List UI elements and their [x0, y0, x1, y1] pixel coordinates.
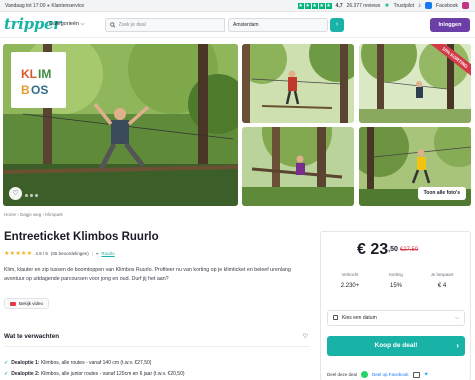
- watch-video-button[interactable]: Bekijk video: [4, 298, 50, 309]
- breadcrumb-dagje-weg[interactable]: Dagje weg: [20, 212, 41, 217]
- what-to-expect-header[interactable]: Wat te verwachten ♡: [4, 333, 310, 347]
- photo-4-image: [242, 127, 354, 206]
- rating-count[interactable]: (65 beoordelingen): [51, 251, 89, 256]
- customer-service-link[interactable]: Klantenservice: [51, 3, 84, 9]
- whatsapp-icon[interactable]: [361, 371, 369, 378]
- date-placeholder: Kies een datum: [342, 315, 377, 321]
- trustpilot-score: 4,7: [335, 2, 343, 9]
- calendar-icon: [333, 315, 338, 320]
- photo-2-image: [242, 44, 354, 123]
- service-info: Vandaag tot 17:00 ● Klantenservice: [5, 3, 85, 9]
- twitter-icon[interactable]: ✦: [424, 371, 429, 378]
- instagram-icon[interactable]: [462, 2, 469, 9]
- svg-text:IM: IM: [38, 67, 51, 81]
- gallery-photo-4[interactable]: [242, 127, 354, 206]
- location-pin-icon: ⌖: [95, 251, 99, 256]
- trustpilot-brand: Trustpilot: [393, 2, 415, 9]
- rating-value: 4.9 / 5: [35, 251, 48, 256]
- share-facebook-link[interactable]: Deel op Facebook: [372, 372, 409, 377]
- buy-deal-button[interactable]: Koop de deal! ›: [327, 336, 465, 356]
- social-proof: ★ ★ ★ ★ ★ 4,7 26.377 reviews ★ Trustpilot ♪ …: [297, 2, 469, 9]
- stat-sold: Verkocht 2.230+: [327, 272, 373, 289]
- stat-savings-value: € 4: [437, 283, 447, 289]
- rating-row: ★★★★★ 4.9 / 5 (65 beoordelingen) | ⌖ Ruu…: [4, 251, 115, 257]
- stat-sold-value: 2.230+: [340, 283, 360, 289]
- gallery-photo-5[interactable]: Toon alle foto's: [359, 127, 471, 206]
- deal-option-1-text: Klimbos, alle routes - vanaf 140 cm (t.w…: [40, 360, 152, 366]
- search-button[interactable]: ›: [330, 18, 344, 32]
- photo-gallery: KL IM B OS ♡ 10% KORTING Toon alle foto'…: [3, 44, 471, 206]
- site-header: tripper Categorieën ⌵ › Inloggen: [0, 12, 475, 38]
- price-panel: € 23,50 €27,50 Verkocht 2.230+ Korting 15…: [320, 231, 471, 380]
- gallery-photo-2[interactable]: [242, 44, 354, 123]
- facebook-label[interactable]: Facebook: [436, 3, 458, 9]
- youtube-icon: [10, 301, 16, 306]
- stat-sold-label: Verkocht: [341, 272, 359, 277]
- klimbos-logo: KL IM B OS: [11, 52, 66, 108]
- price: € 23,50 €27,50: [357, 241, 418, 259]
- svg-text:OS: OS: [31, 83, 48, 97]
- share-row: Deel deze deal Deel op Facebook ✦: [327, 371, 429, 378]
- service-hours: Vandaag tot 17:00: [5, 3, 46, 9]
- price-main: € 23: [357, 241, 389, 258]
- svg-text:KL: KL: [21, 67, 37, 81]
- trustpilot-star-icon: ★: [384, 3, 390, 9]
- trustpilot-reviews[interactable]: 26.377 reviews: [347, 3, 381, 9]
- location-input[interactable]: [233, 22, 327, 28]
- old-price: €27,50: [399, 247, 419, 253]
- buy-deal-label: Koop de deal!: [374, 342, 418, 349]
- location-link[interactable]: Ruurlo: [101, 251, 114, 256]
- search-input[interactable]: [118, 22, 224, 28]
- top-info-bar: Vandaag tot 17:00 ● Klantenservice ★ ★ ★ ★ ★…: [0, 0, 475, 12]
- heart-outline-icon: ♡: [302, 334, 308, 340]
- deal-description: Klim, klauter en zip tussen de boomtoppe…: [4, 267, 291, 282]
- video-label: Bekijk video: [19, 301, 44, 306]
- arrow-right-icon: ›: [456, 341, 459, 350]
- what-to-expect-heading: Wat te verwachten: [4, 333, 60, 340]
- deal-option-2-text: Klimbos, alle junior routes - vanaf 120c…: [40, 371, 185, 377]
- chevron-down-icon: ⌵: [80, 21, 85, 27]
- star-rating-icon: ★★★★★: [4, 251, 33, 257]
- carousel-dots[interactable]: [25, 194, 38, 197]
- search-bar: ›: [105, 18, 422, 32]
- categories-label: Categorieën: [49, 21, 79, 27]
- deal-option-2: ✓ Dealoptie 2: Klimbos, alle junior route…: [4, 371, 310, 377]
- check-icon: ✓: [4, 360, 9, 366]
- stat-discount: Korting 15%: [373, 272, 419, 289]
- location-field[interactable]: [228, 18, 328, 32]
- page-title: Entreeticket Klimbos Ruurlo: [4, 231, 159, 243]
- categories-menu[interactable]: Categorieën ⌵: [49, 21, 85, 28]
- gallery-photo-3[interactable]: 10% KORTING: [359, 44, 471, 123]
- stat-discount-value: 15%: [389, 283, 402, 289]
- deal-option-2-label: Dealoptie 2:: [11, 371, 40, 377]
- facebook-icon[interactable]: [425, 2, 433, 9]
- svg-text:B: B: [21, 83, 30, 97]
- price-cents: ,50: [388, 246, 398, 253]
- search-icon: [110, 22, 116, 28]
- main-photo[interactable]: KL IM B OS ♡: [3, 44, 238, 206]
- what-to-expect-section: Wat te verwachten ♡ ✓ Dealoptie 1: Klimbo…: [4, 333, 310, 377]
- chevron-down-icon: ⌵: [455, 315, 459, 321]
- breadcrumb: Home › Dagje weg › Klimpark: [4, 212, 63, 217]
- show-all-photos-button[interactable]: Toon alle foto's: [417, 187, 466, 200]
- breadcrumb-home[interactable]: Home: [4, 212, 16, 217]
- tiktok-icon[interactable]: ♪: [418, 3, 421, 9]
- login-button[interactable]: Inloggen: [430, 18, 470, 32]
- stat-savings-label: Je bespaart: [430, 272, 454, 277]
- check-icon: ✓: [4, 371, 9, 377]
- klimbos-logo-mark: KL IM B OS: [19, 62, 57, 98]
- breadcrumb-klimpark[interactable]: Klimpark: [45, 212, 63, 217]
- deal-stats: Verkocht 2.230+ Korting 15% Je bespaart …: [327, 272, 465, 289]
- deal-option-1-label: Dealoptie 1:: [11, 360, 40, 366]
- date-picker[interactable]: Kies een datum ⌵: [327, 310, 465, 326]
- deal-option-1: ✓ Dealoptie 1: Klimbos, alle routes - van…: [4, 360, 310, 366]
- mail-icon[interactable]: [412, 371, 420, 378]
- trustpilot-stars: ★ ★ ★ ★ ★: [297, 2, 332, 9]
- search-field[interactable]: [105, 18, 225, 32]
- stat-savings: Je bespaart € 4: [419, 272, 465, 289]
- heart-icon[interactable]: ♡: [9, 187, 22, 200]
- stat-discount-label: Korting: [389, 272, 403, 277]
- share-label: Deel deze deal: [327, 372, 358, 377]
